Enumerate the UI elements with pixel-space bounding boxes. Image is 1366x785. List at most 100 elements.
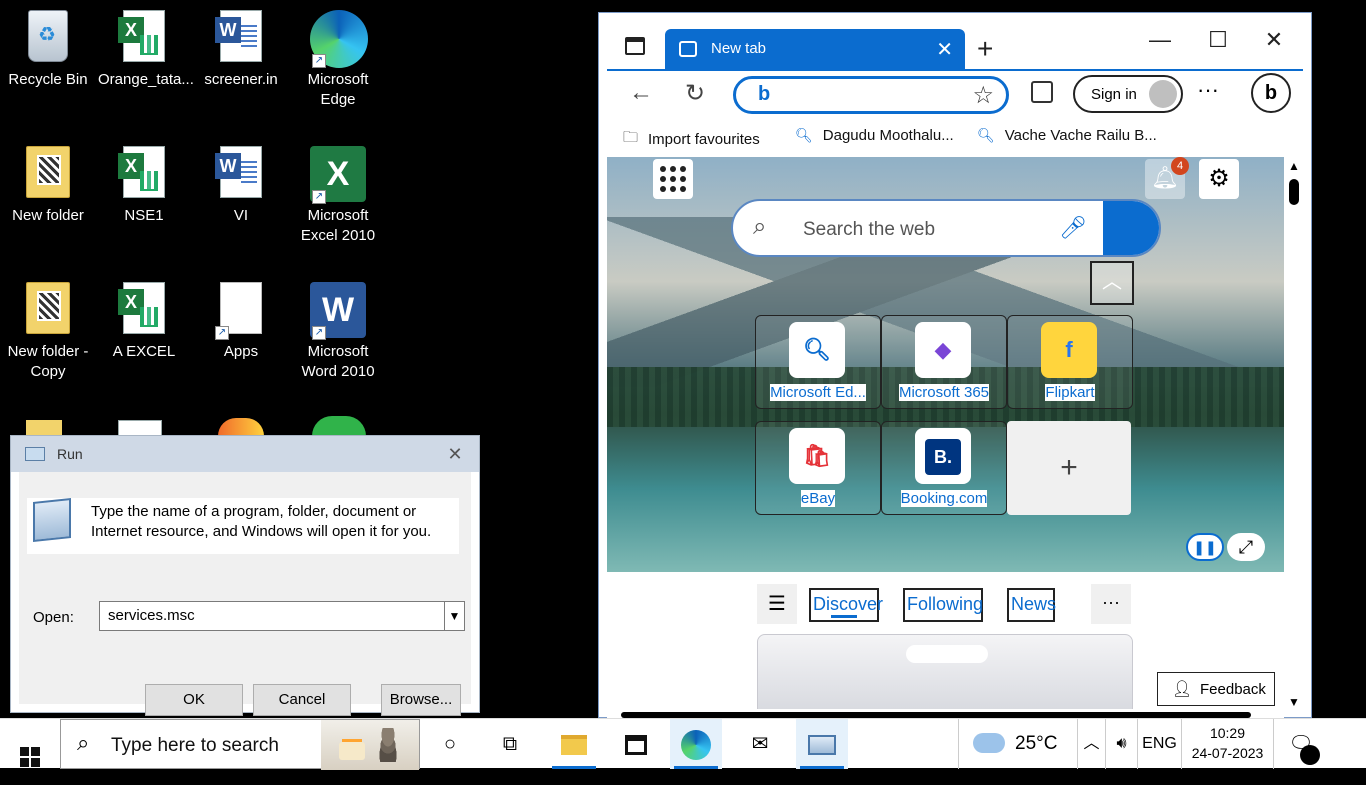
- tab-new-tab[interactable]: New tab ✕: [665, 29, 965, 69]
- chevron-up-icon[interactable]: ︿: [1090, 261, 1134, 305]
- vertical-scrollbar[interactable]: ▲ ▼: [1285, 157, 1303, 709]
- tab-actions-icon[interactable]: [625, 37, 645, 55]
- chevron-up-icon[interactable]: ︿: [1078, 719, 1106, 769]
- tile-label: Booking.com: [900, 490, 988, 507]
- new-tab-icon: [679, 41, 697, 57]
- split-screen-icon[interactable]: [1031, 81, 1053, 103]
- search-icon: 🔍︎: [795, 127, 813, 143]
- quick-link-tile[interactable]: f Flipkart: [1007, 315, 1133, 409]
- quick-link-tile[interactable]: B. Booking.com: [881, 421, 1007, 515]
- new-folder-copy[interactable]: New folder - Copy: [0, 276, 96, 382]
- microphone-icon[interactable]: 🎤︎: [1059, 215, 1087, 241]
- more-icon[interactable]: ···: [1091, 584, 1131, 624]
- tile-label: eBay: [800, 490, 836, 507]
- open-combobox[interactable]: services.msc ▼: [99, 601, 465, 631]
- cortana-icon[interactable]: ○: [424, 719, 476, 769]
- store-icon[interactable]: [610, 719, 662, 769]
- feed-card[interactable]: [757, 634, 1133, 718]
- ok-button[interactable]: OK: [145, 684, 243, 716]
- more-icon[interactable]: ···: [1197, 77, 1219, 103]
- weather-widget[interactable]: 25°C: [958, 719, 1078, 769]
- folder-icon[interactable]: [26, 420, 62, 436]
- tab-news[interactable]: News: [1007, 588, 1056, 622]
- clock[interactable]: 10:29 24-07-2023: [1182, 719, 1274, 769]
- add-site-button[interactable]: +: [1007, 421, 1131, 515]
- clock-time: 10:29: [1209, 725, 1246, 741]
- chevron-down-icon[interactable]: ▼: [444, 602, 464, 630]
- run-taskbar-icon[interactable]: [796, 719, 848, 769]
- sign-in-button[interactable]: Sign in: [1073, 75, 1183, 113]
- tab-discover[interactable]: Discover: [809, 588, 883, 622]
- apps-launcher-icon[interactable]: [653, 159, 693, 199]
- close-window-button[interactable]: ✕: [1259, 27, 1289, 53]
- browse-button[interactable]: Browse...: [381, 684, 461, 716]
- desktop-icon-label: Recycle Bin: [8, 71, 88, 88]
- hamburger-menu-icon[interactable]: ☰: [757, 584, 797, 624]
- favourite-item[interactable]: 🔍︎ Dagudu Moothalu...: [795, 127, 954, 144]
- start-button[interactable]: [0, 719, 60, 769]
- taskbar-search[interactable]: ⌕ Type here to search: [60, 719, 420, 770]
- new-tab-button[interactable]: +: [977, 33, 993, 65]
- word-2010-shortcut[interactable]: W ↗ Microsoft Word 2010: [290, 276, 386, 382]
- feedback-label: Feedback: [1200, 681, 1266, 698]
- run-icon: [25, 447, 45, 461]
- edge-taskbar-icon[interactable]: [670, 719, 722, 769]
- star-icon[interactable]: ☆: [972, 81, 994, 110]
- refresh-button[interactable]: ↻: [679, 79, 711, 108]
- import-favourites[interactable]: 🗀 Import favourites: [623, 127, 760, 152]
- notifications-button[interactable]: 🔔︎ 4: [1145, 157, 1189, 199]
- pause-icon[interactable]: ❚❚: [1186, 533, 1224, 561]
- quick-link-tile[interactable]: ◆ Microsoft 365: [881, 315, 1007, 409]
- news-feed: ☰ Discover Following News ··· 👤︎ Feedbac…: [607, 572, 1284, 718]
- scroll-thumb[interactable]: [1289, 179, 1299, 205]
- run-body: Type the name of a program, folder, docu…: [19, 472, 471, 716]
- apps-shortcut[interactable]: ↗ Apps: [193, 276, 289, 362]
- address-bar[interactable]: b ☆: [733, 76, 1009, 114]
- minimize-button[interactable]: —: [1145, 27, 1175, 53]
- search-submit-button[interactable]: [1103, 201, 1159, 255]
- desktop-icon-label: VI: [233, 207, 249, 224]
- cancel-button[interactable]: Cancel: [253, 684, 351, 716]
- excel-file-nse1[interactable]: X NSE1: [96, 140, 192, 226]
- recycle-bin-shortcut[interactable]: Recycle Bin: [0, 4, 96, 90]
- new-tab-page: 🔔︎ 4 ⚙ ⌕ Search the web 🎤︎ ︿ 🔍︎ Microsof…: [607, 157, 1284, 572]
- maximize-button[interactable]: ☐: [1203, 27, 1233, 53]
- file-explorer-icon[interactable]: [548, 719, 600, 769]
- close-tab-icon[interactable]: ✕: [936, 37, 953, 62]
- word-file-vi[interactable]: W VI: [193, 140, 289, 226]
- new-folder[interactable]: New folder: [0, 140, 96, 226]
- scroll-up-icon[interactable]: ▲: [1288, 159, 1300, 173]
- mail-icon[interactable]: ✉: [734, 719, 786, 769]
- volume-icon[interactable]: 🔊︎: [1106, 719, 1138, 769]
- gear-icon[interactable]: ⚙: [1199, 159, 1239, 199]
- tab-following[interactable]: Following: [903, 588, 983, 622]
- favourite-item[interactable]: 🔍︎ Vache Vache Railu B...: [977, 127, 1157, 144]
- language-indicator[interactable]: ENG: [1138, 719, 1182, 769]
- app-icon[interactable]: [312, 416, 366, 436]
- fav-label: Dagudu Moothalu...: [822, 127, 954, 144]
- open-input[interactable]: services.msc: [108, 607, 195, 624]
- back-button[interactable]: ←: [625, 79, 657, 107]
- notification-center-icon[interactable]: 🗨︎: [1276, 719, 1326, 769]
- excel-file-icon: X: [116, 146, 172, 202]
- word-file-icon: W: [213, 10, 269, 66]
- close-button[interactable]: ✕: [437, 440, 473, 468]
- run-title: Run: [57, 446, 83, 462]
- word-file-screener[interactable]: W screener.in: [193, 4, 289, 90]
- excel-2010-shortcut[interactable]: X ↗ Microsoft Excel 2010: [290, 140, 386, 246]
- desktop-icon-label: A EXCEL: [112, 343, 176, 360]
- feedback-button[interactable]: 👤︎ Feedback: [1157, 672, 1275, 706]
- excel-file-a-excel[interactable]: X A EXCEL: [96, 276, 192, 362]
- task-view-icon[interactable]: ⧉: [484, 719, 536, 769]
- excel-file-orange-tata[interactable]: X Orange_tata...: [96, 4, 194, 90]
- expand-icon[interactable]: ⤢: [1227, 533, 1265, 561]
- quick-link-tile[interactable]: 🔍︎ Microsoft Ed...: [755, 315, 881, 409]
- app-icon[interactable]: [218, 418, 264, 436]
- web-search-box[interactable]: ⌕ Search the web 🎤︎: [731, 199, 1161, 257]
- run-title-bar[interactable]: Run: [11, 436, 479, 472]
- scroll-down-icon[interactable]: ▼: [1288, 695, 1300, 709]
- word-file-icon[interactable]: [118, 420, 162, 436]
- quick-link-tile[interactable]: 🛍︎ eBay: [755, 421, 881, 515]
- edge-shortcut[interactable]: ↗ Microsoft Edge: [290, 4, 386, 110]
- copilot-icon[interactable]: b: [1251, 73, 1291, 113]
